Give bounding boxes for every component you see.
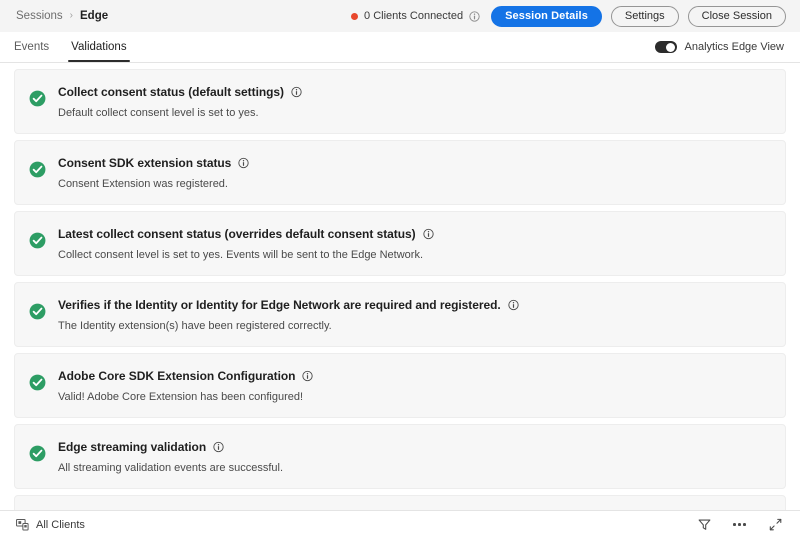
validation-title: Edge streaming validation <box>58 440 206 454</box>
validation-info-icon[interactable] <box>238 158 249 169</box>
tab-bar: Events Validations Analytics Edge View <box>0 32 800 63</box>
session-details-button[interactable]: Session Details <box>491 6 602 27</box>
validation-description: All streaming validation events are succ… <box>58 462 283 474</box>
expand-arrows-icon[interactable] <box>768 518 782 532</box>
all-clients-selector[interactable]: All Clients <box>16 518 85 531</box>
validation-title: Consent SDK extension status <box>58 156 231 170</box>
validation-title-row: Collect consent status (default settings… <box>58 85 302 99</box>
validation-card[interactable]: Edge streaming validation All streaming … <box>14 424 786 489</box>
tab-validations[interactable]: Validations <box>60 32 137 62</box>
analytics-edge-view-label: Analytics Edge View <box>685 41 784 53</box>
breadcrumb-sessions-link[interactable]: Sessions <box>16 10 63 22</box>
validation-card[interactable]: Verifies if the Identity or Identity for… <box>14 282 786 347</box>
validation-title: Verifies if the Identity or Identity for… <box>58 298 501 312</box>
header-actions: 0 Clients Connected Session Details Sett… <box>351 6 786 27</box>
validation-info-icon[interactable] <box>291 87 302 98</box>
validations-list[interactable]: Collect consent status (default settings… <box>0 63 800 510</box>
validation-info-icon[interactable] <box>213 442 224 453</box>
validation-card[interactable]: Latest collect consent status (overrides… <box>14 211 786 276</box>
close-session-button[interactable]: Close Session <box>688 6 786 27</box>
session-validations-window: Sessions › Edge 0 Clients Connected Sess… <box>0 0 800 538</box>
validation-description: Default collect consent level is set to … <box>58 107 302 119</box>
clients-connected-status: 0 Clients Connected <box>351 10 480 22</box>
breadcrumb-current-edge: Edge <box>80 10 108 22</box>
validation-title: Latest collect consent status (overrides… <box>58 227 416 241</box>
status-dot-icon <box>351 13 358 20</box>
all-clients-label: All Clients <box>36 519 85 531</box>
check-circle-icon <box>29 232 46 249</box>
validation-card-body: Edge streaming validation All streaming … <box>58 439 283 474</box>
tab-events[interactable]: Events <box>14 32 60 62</box>
tab-list: Events Validations <box>14 32 138 62</box>
more-horizontal-icon[interactable] <box>733 523 746 526</box>
footer-bar: All Clients <box>0 510 800 538</box>
check-circle-icon <box>29 161 46 178</box>
validation-title-row: Edge streaming validation <box>58 440 283 454</box>
clients-info-icon[interactable] <box>469 11 480 22</box>
filter-icon[interactable] <box>697 518 711 532</box>
validation-title: Collect consent status (default settings… <box>58 85 284 99</box>
analytics-edge-view-toggle[interactable]: Analytics Edge View <box>655 41 784 53</box>
validation-description: The Identity extension(s) have been regi… <box>58 320 519 332</box>
validation-card[interactable]: Collect consent status (default settings… <box>14 69 786 134</box>
tab-bar-actions: Analytics Edge View <box>655 32 786 62</box>
validation-title-row: Consent SDK extension status <box>58 156 249 170</box>
validation-description: Consent Extension was registered. <box>58 178 249 190</box>
validation-card[interactable]: Adobe Core SDK Extension Configuration V… <box>14 353 786 418</box>
settings-button[interactable]: Settings <box>611 6 679 27</box>
breadcrumb: Sessions › Edge <box>16 10 108 22</box>
check-circle-icon <box>29 374 46 391</box>
check-circle-icon <box>29 445 46 462</box>
devices-icon <box>16 518 29 531</box>
check-circle-icon <box>29 303 46 320</box>
validation-description: Collect consent level is set to yes. Eve… <box>58 249 434 261</box>
validation-card[interactable]: Consent SDK extension status Consent Ext… <box>14 140 786 205</box>
validation-card-body: Consent SDK extension status Consent Ext… <box>58 155 249 190</box>
validation-card-body: Latest collect consent status (overrides… <box>58 226 434 261</box>
validation-info-icon[interactable] <box>423 229 434 240</box>
breadcrumb-separator-icon: › <box>70 11 73 21</box>
validation-info-icon[interactable] <box>508 300 519 311</box>
validation-card[interactable]: Edge SDK extension status Edge extension… <box>14 495 786 510</box>
check-circle-icon <box>29 90 46 107</box>
validation-info-icon[interactable] <box>302 371 313 382</box>
validation-description: Valid! Adobe Core Extension has been con… <box>58 391 313 403</box>
validation-card-body: Adobe Core SDK Extension Configuration V… <box>58 368 313 403</box>
top-header-bar: Sessions › Edge 0 Clients Connected Sess… <box>0 0 800 32</box>
toggle-switch-icon[interactable] <box>655 41 677 53</box>
footer-actions <box>697 518 786 532</box>
validation-title-row: Adobe Core SDK Extension Configuration <box>58 369 313 383</box>
validation-title-row: Verifies if the Identity or Identity for… <box>58 298 519 312</box>
validation-card-body: Collect consent status (default settings… <box>58 84 302 119</box>
clients-connected-label: 0 Clients Connected <box>364 10 463 22</box>
validation-title: Adobe Core SDK Extension Configuration <box>58 369 295 383</box>
validation-title-row: Latest collect consent status (overrides… <box>58 227 434 241</box>
validation-card-body: Verifies if the Identity or Identity for… <box>58 297 519 332</box>
